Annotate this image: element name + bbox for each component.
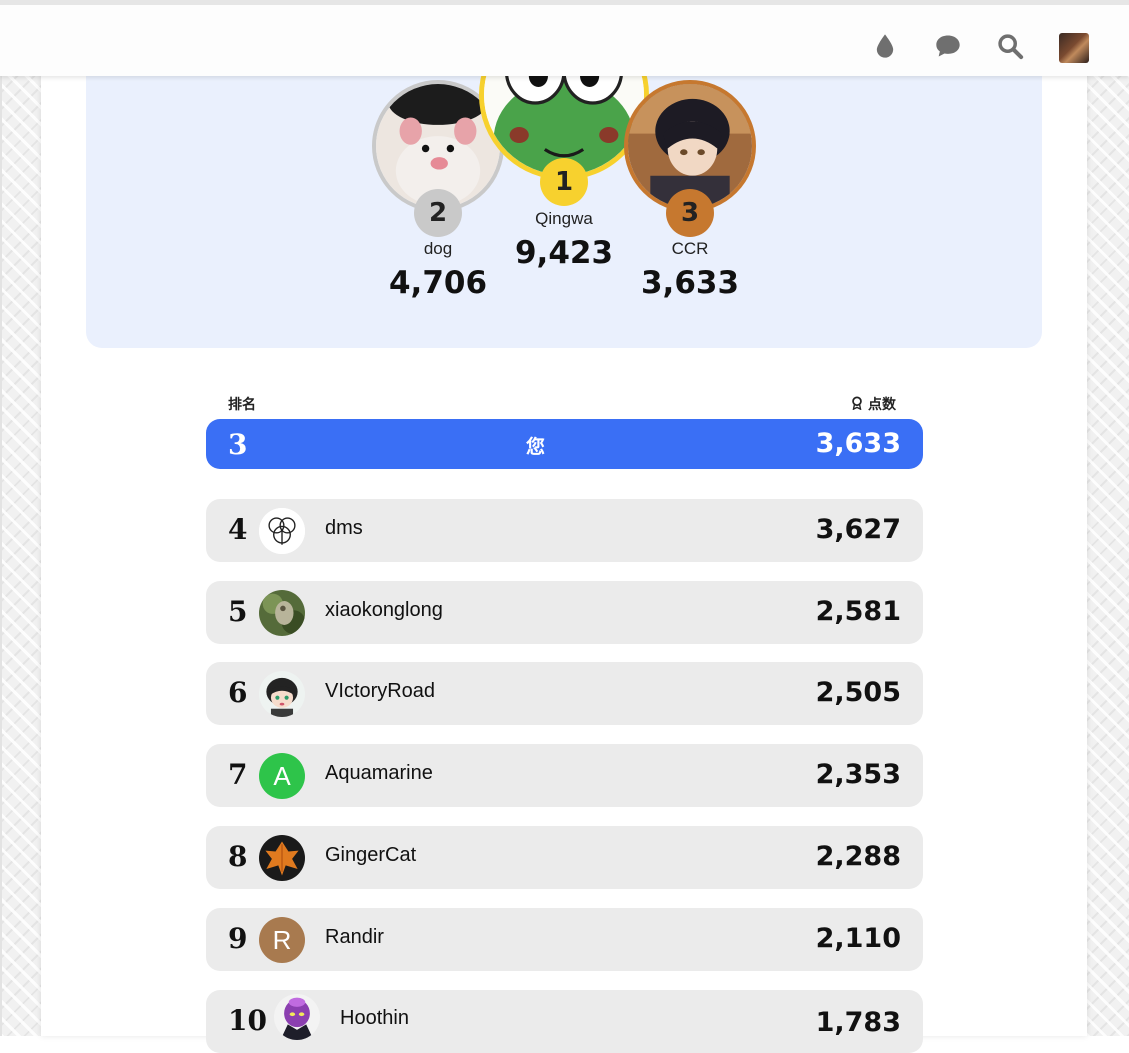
row-score: 2,110 — [815, 923, 901, 954]
your-rank-row[interactable]: 3 您 3,633 — [206, 419, 923, 469]
drop-icon[interactable] — [871, 32, 899, 60]
points-header-label: 点数 — [868, 396, 896, 412]
rank-badge-second: 2 — [414, 189, 462, 237]
user-avatar[interactable] — [1059, 33, 1089, 63]
row-score: 3,627 — [815, 514, 901, 545]
row-score: 2,288 — [815, 841, 901, 872]
row-username[interactable]: VIctoryRoad — [325, 680, 435, 703]
row-score: 1,783 — [815, 1007, 901, 1038]
row-avatar[interactable] — [259, 590, 305, 636]
chat-bubble-icon[interactable] — [933, 32, 963, 60]
rank-badge-first: 1 — [540, 158, 588, 206]
row-username[interactable]: Randir — [325, 926, 384, 949]
row-avatar-letter[interactable]: A — [259, 753, 305, 799]
table-row[interactable]: 6 VIctoryRoad 2,505 — [206, 662, 923, 725]
row-username[interactable]: Hoothin — [340, 1007, 409, 1030]
rank-column-header: 排名 — [228, 396, 256, 412]
left-edge — [0, 76, 2, 1036]
row-score: 2,581 — [815, 596, 901, 627]
table-row[interactable]: 5 xiaokonglong 2,581 — [206, 581, 923, 644]
row-rank: 8 — [228, 840, 248, 873]
row-username[interactable]: dms — [325, 517, 363, 540]
points-column-header: 点数 — [850, 394, 896, 414]
table-row[interactable]: 10 Hoothin 1,783 — [206, 990, 923, 1053]
row-rank: 6 — [228, 676, 248, 709]
table-row[interactable]: 4 dms 3,627 — [206, 499, 923, 562]
top-header — [0, 0, 1129, 76]
row-rank: 4 — [228, 513, 248, 546]
row-username[interactable]: Aquamarine — [325, 762, 433, 785]
table-row[interactable]: 8 GingerCat 2,288 — [206, 826, 923, 889]
row-rank: 10 — [228, 1004, 267, 1037]
row-username[interactable]: GingerCat — [325, 844, 416, 867]
row-avatar[interactable] — [259, 508, 305, 554]
row-score: 2,353 — [815, 759, 901, 790]
row-avatar[interactable] — [259, 671, 305, 717]
podium-score-third: 3,633 — [640, 265, 740, 301]
your-score: 3,633 — [815, 428, 901, 459]
row-rank: 5 — [228, 595, 248, 628]
row-avatar-letter[interactable]: R — [259, 917, 305, 963]
medal-icon — [850, 395, 864, 413]
table-row[interactable]: 7 A Aquamarine 2,353 — [206, 744, 923, 807]
row-score: 2,505 — [815, 677, 901, 708]
row-avatar[interactable] — [259, 835, 305, 881]
row-avatar[interactable] — [274, 994, 320, 1040]
your-label: 您 — [526, 437, 546, 458]
row-rank: 9 — [228, 922, 248, 955]
table-row[interactable]: 9 R Randir 2,110 — [206, 908, 923, 971]
row-username[interactable]: xiaokonglong — [325, 599, 443, 622]
row-rank: 7 — [228, 758, 248, 791]
your-rank: 3 — [228, 428, 248, 461]
rank-badge-third: 3 — [666, 189, 714, 237]
search-icon[interactable] — [996, 32, 1024, 60]
podium-name-first: Qingwa — [535, 209, 593, 228]
podium-name-third: CCR — [671, 239, 709, 258]
